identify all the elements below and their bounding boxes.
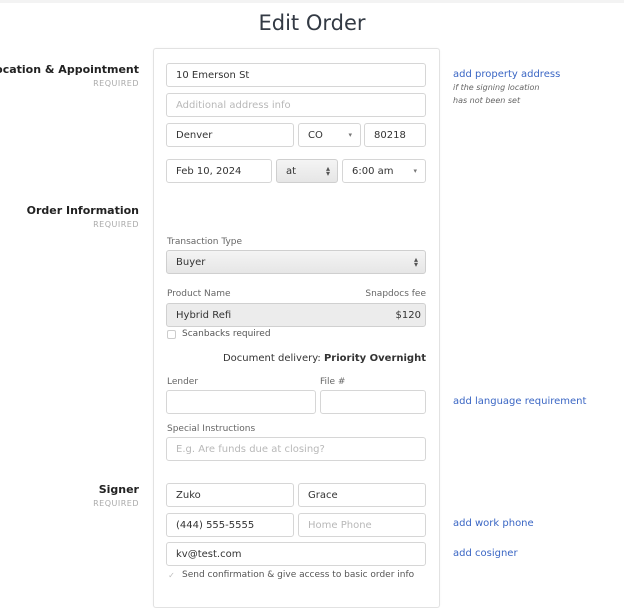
send-confirmation-row[interactable]: ✓ Send confirmation & give access to bas… — [167, 570, 414, 580]
delivery-value: Priority Overnight — [323, 353, 426, 364]
lender-label: Lender — [167, 377, 199, 387]
address-line2-placeholder: Additional address info — [176, 99, 291, 111]
section-location: Location & Appointment REQUIRED — [0, 63, 139, 88]
email-value: kv@test.com — [176, 548, 242, 560]
date-input[interactable]: Feb 10, 2024 — [166, 159, 272, 183]
chevron-down-icon: ▾ — [348, 131, 352, 139]
state-select[interactable]: CO ▾ — [298, 123, 361, 147]
city-value: Denver — [176, 129, 213, 141]
section-title: Order Information — [26, 204, 139, 217]
zip-input[interactable]: 80218 — [364, 123, 426, 147]
lender-input[interactable] — [166, 390, 316, 414]
document-delivery: Document delivery: Priority Overnight — [223, 353, 426, 364]
hint-line: has not been set — [453, 96, 521, 105]
special-instructions-label: Special Instructions — [167, 424, 256, 434]
address-line1-input[interactable]: 10 Emerson St — [166, 63, 426, 87]
send-confirmation-label: Send confirmation & give access to basic… — [182, 570, 415, 580]
section-title: Signer — [98, 483, 139, 496]
send-confirmation-checkbox[interactable]: ✓ — [167, 571, 176, 580]
last-name-input[interactable]: Grace — [298, 483, 426, 507]
first-name-value: Zuko — [176, 489, 201, 501]
product-name-label: Product Name — [167, 289, 231, 299]
add-language-requirement-link[interactable]: add language requirement — [453, 396, 586, 407]
scanbacks-checkbox-row[interactable]: Scanbacks required — [167, 329, 271, 339]
last-name-value: Grace — [308, 489, 338, 501]
add-cosigner-link[interactable]: add cosigner — [453, 548, 518, 559]
required-label: REQUIRED — [93, 220, 139, 229]
section-title: Location & Appointment — [0, 63, 139, 76]
special-instructions-input[interactable]: E.g. Are funds due at closing? — [166, 437, 426, 461]
delivery-label: Document delivery: — [222, 353, 324, 364]
phone-input[interactable]: (444) 555-5555 — [166, 513, 294, 537]
up-down-arrows-icon: ▴ ▾ — [325, 165, 330, 178]
state-value: CO — [308, 129, 323, 141]
scanbacks-label: Scanbacks required — [182, 329, 271, 339]
phone-value: (444) 555-5555 — [176, 519, 255, 531]
up-down-arrows-icon: ▴ ▾ — [413, 256, 418, 269]
add-property-address-link[interactable]: add property address — [453, 69, 560, 80]
special-instructions-placeholder: E.g. Are funds due at closing? — [176, 443, 325, 455]
home-phone-input[interactable]: Home Phone — [298, 513, 426, 537]
page-title: Edit Order — [258, 11, 366, 35]
required-label: REQUIRED — [93, 79, 139, 88]
required-label: REQUIRED — [93, 499, 139, 508]
home-phone-placeholder: Home Phone — [308, 519, 372, 531]
arrow-down-icon: ▾ — [325, 169, 330, 178]
chevron-down-icon: ▾ — [413, 167, 417, 175]
time-select[interactable]: 6:00 am ▾ — [342, 159, 426, 183]
file-number-input[interactable] — [320, 390, 426, 414]
city-input[interactable]: Denver — [166, 123, 294, 147]
address-line2-input[interactable]: Additional address info — [166, 93, 426, 117]
address-line1-value: 10 Emerson St — [176, 69, 250, 81]
file-number-label: File # — [320, 377, 346, 387]
date-value: Feb 10, 2024 — [176, 165, 242, 177]
zip-value: 80218 — [374, 129, 406, 141]
first-name-input[interactable]: Zuko — [166, 483, 294, 507]
add-work-phone-link[interactable]: add work phone — [453, 518, 534, 529]
transaction-type-label: Transaction Type — [167, 237, 243, 247]
product-name-field: Hybrid Refi $120 — [166, 303, 426, 327]
scanbacks-checkbox[interactable] — [167, 329, 176, 339]
transaction-type-value: Buyer — [176, 256, 206, 268]
product-name-value: Hybrid Refi — [176, 309, 232, 321]
property-address-hint: if the signing location has not been set — [453, 81, 539, 107]
time-value: 6:00 am — [352, 165, 394, 177]
hint-line: if the signing location — [453, 83, 540, 92]
fee-value: $120 — [395, 309, 421, 321]
at-select[interactable]: at ▴ ▾ — [276, 159, 338, 183]
arrow-down-icon: ▾ — [413, 260, 418, 269]
transaction-type-select[interactable]: Buyer ▴ ▾ — [166, 250, 426, 274]
at-value: at — [286, 165, 297, 177]
section-signer: Signer REQUIRED — [93, 483, 139, 508]
snapdocs-fee-label: Snapdocs fee — [365, 289, 426, 299]
top-bar — [0, 0, 624, 3]
email-input[interactable]: kv@test.com — [166, 542, 426, 566]
section-order-information: Order Information REQUIRED — [27, 204, 139, 229]
